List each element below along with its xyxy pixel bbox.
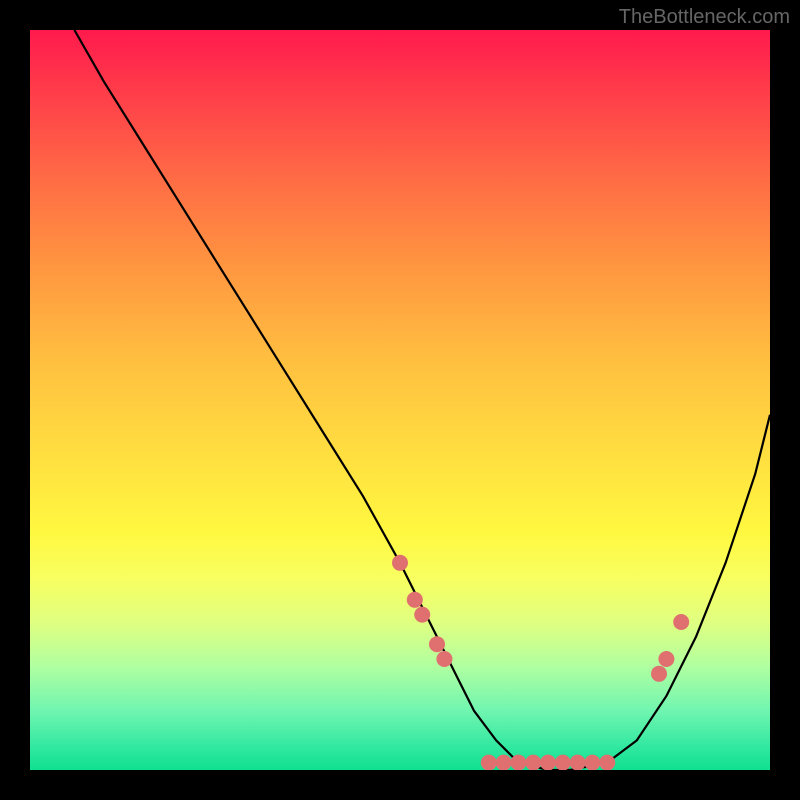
scatter-dot — [540, 755, 556, 770]
scatter-dot — [481, 755, 497, 770]
scatter-dot — [525, 755, 541, 770]
scatter-dot — [407, 592, 423, 608]
watermark-text: TheBottleneck.com — [619, 6, 790, 29]
scatter-dot — [584, 755, 600, 770]
scatter-dot — [599, 755, 615, 770]
scatter-dot — [414, 607, 430, 623]
chart-svg — [30, 30, 770, 770]
scatter-dot — [658, 651, 674, 667]
scatter-dot — [510, 755, 526, 770]
scatter-dot — [555, 755, 571, 770]
scatter-dot — [496, 755, 512, 770]
scatter-dot — [651, 666, 667, 682]
chart-plot-area — [30, 30, 770, 770]
scatter-dots-group — [392, 555, 689, 770]
scatter-dot — [429, 636, 445, 652]
scatter-dot — [436, 651, 452, 667]
scatter-dot — [392, 555, 408, 571]
scatter-dot — [570, 755, 586, 770]
scatter-dot — [673, 614, 689, 630]
